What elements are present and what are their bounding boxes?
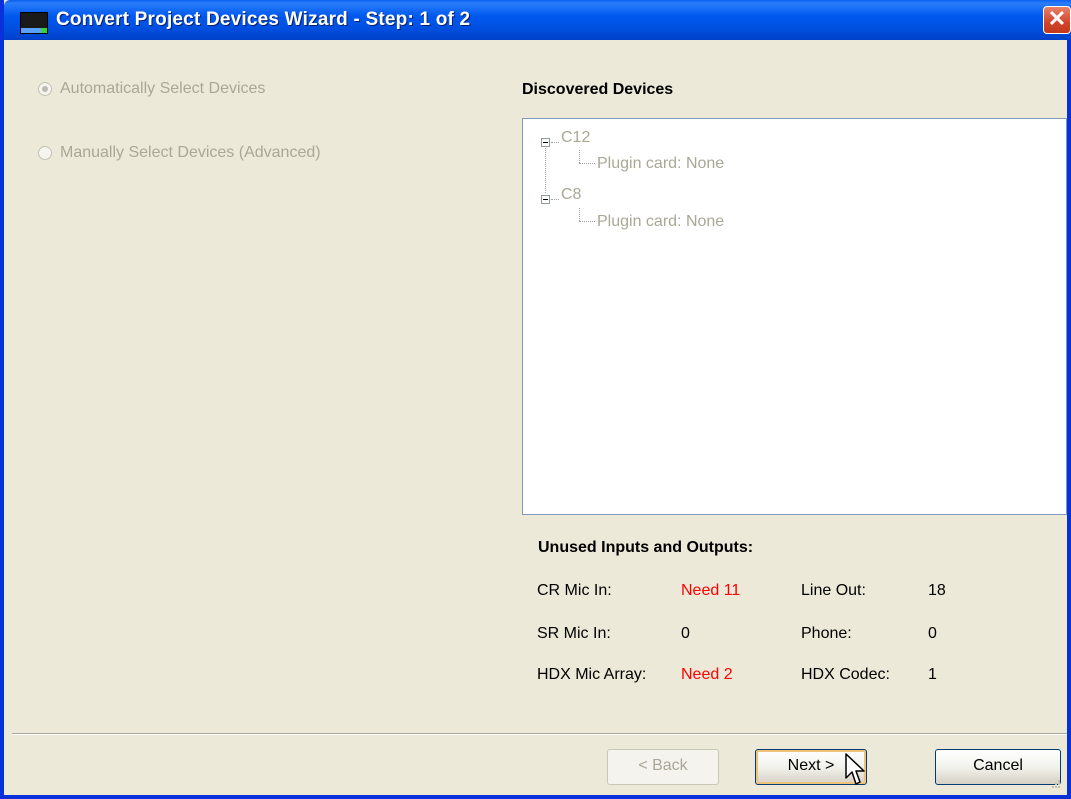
collapse-icon[interactable]	[541, 138, 550, 147]
io-label: HDX Mic Array:	[537, 666, 647, 683]
tree-node-plugin-card[interactable]: Plugin card: None	[597, 213, 724, 231]
io-value-warning: Need 11	[681, 582, 741, 599]
io-value: 0	[681, 625, 690, 642]
tree-node-device[interactable]: C8	[561, 186, 581, 204]
back-button[interactable]: < Back	[607, 749, 719, 785]
radio-button-unchecked[interactable]	[38, 146, 52, 160]
app-icon	[20, 12, 48, 34]
radio-button-checked[interactable]	[38, 82, 52, 96]
radio-auto-select[interactable]: Automatically Select Devices	[38, 80, 265, 98]
io-label: HDX Codec:	[801, 666, 890, 683]
discovered-devices-heading: Discovered Devices	[522, 81, 674, 98]
resize-grip-icon[interactable]	[1051, 779, 1061, 789]
radio-manual-select[interactable]: Manually Select Devices (Advanced)	[38, 144, 321, 162]
io-value-warning: Need 2	[681, 666, 733, 683]
title-bar[interactable]: Convert Project Devices Wizard - Step: 1…	[4, 0, 1071, 40]
next-button[interactable]: Next >	[755, 749, 867, 785]
cancel-button[interactable]: Cancel	[935, 749, 1061, 785]
tree-node-plugin-card[interactable]: Plugin card: None	[597, 155, 724, 173]
close-icon: ✕	[1047, 6, 1067, 31]
io-label: Phone:	[801, 625, 852, 642]
device-tree[interactable]: C12 Plugin card: None C8 Plugin card: No…	[522, 118, 1067, 515]
window-title: Convert Project Devices Wizard - Step: 1…	[56, 9, 471, 30]
radio-auto-label: Automatically Select Devices	[60, 80, 266, 97]
tree-node-device[interactable]: C12	[561, 129, 590, 147]
radio-manual-label: Manually Select Devices (Advanced)	[60, 144, 321, 161]
io-label: SR Mic In:	[537, 625, 611, 642]
io-value: 1	[928, 666, 937, 683]
close-button[interactable]: ✕	[1043, 6, 1071, 34]
io-value: 0	[928, 625, 937, 642]
collapse-icon[interactable]	[541, 195, 550, 204]
button-bar-divider	[12, 733, 1067, 735]
unused-io-heading: Unused Inputs and Outputs:	[538, 539, 754, 556]
io-value: 18	[928, 582, 946, 599]
wizard-window: Convert Project Devices Wizard - Step: 1…	[0, 0, 1071, 799]
io-label: Line Out:	[801, 582, 866, 599]
io-label: CR Mic In:	[537, 582, 612, 599]
